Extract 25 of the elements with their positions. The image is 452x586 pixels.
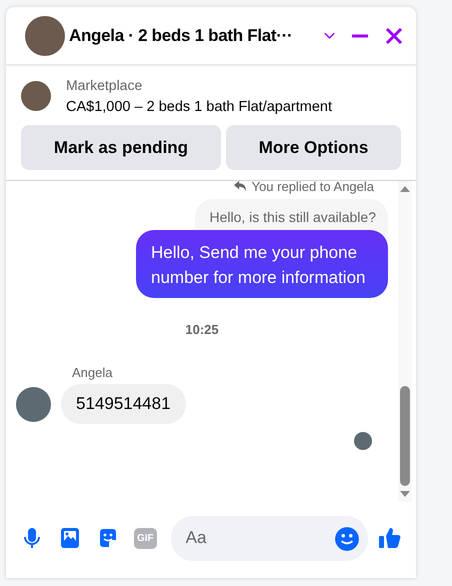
avatar-photo-placeholder[interactable] bbox=[25, 16, 65, 56]
message-input-field[interactable]: Aa bbox=[170, 516, 368, 560]
close-icon[interactable] bbox=[384, 26, 404, 46]
reply-note-text: You replied to Angela bbox=[252, 181, 374, 194]
conversation-title[interactable]: Angela · 2 beds 1 bath Flat··· bbox=[69, 26, 309, 46]
reply-icon bbox=[232, 181, 247, 192]
scroll-down-arrow-icon[interactable] bbox=[399, 490, 411, 498]
scrollbar-thumb[interactable] bbox=[400, 386, 410, 486]
action-button[interactable]: Mark as pending bbox=[21, 125, 221, 170]
chevron-down-icon[interactable] bbox=[323, 30, 336, 40]
sender-name: Angela bbox=[72, 365, 112, 380]
image-icon[interactable] bbox=[58, 525, 82, 551]
scrollbar[interactable] bbox=[398, 181, 412, 502]
incoming-message-bubble: 5149514481 bbox=[61, 384, 186, 424]
action-button[interactable]: More Options bbox=[226, 125, 401, 170]
outgoing-message-bubble: Hello, Send me your phone number for more information bbox=[136, 230, 388, 298]
thumbs-up-icon[interactable] bbox=[378, 525, 402, 551]
avatar-photo-placeholder bbox=[16, 386, 51, 422]
listing-summary: CA$1,000 – 2 beds 1 bath Flat/apartment bbox=[66, 99, 332, 115]
message-timestamp: 10:25 bbox=[185, 322, 219, 337]
seen-avatar-placeholder bbox=[354, 432, 372, 450]
scroll-up-arrow-icon[interactable] bbox=[399, 185, 411, 193]
listing-photo-placeholder bbox=[21, 81, 51, 111]
smiley-icon[interactable] bbox=[334, 526, 360, 552]
listing-source: Marketplace bbox=[66, 77, 144, 93]
